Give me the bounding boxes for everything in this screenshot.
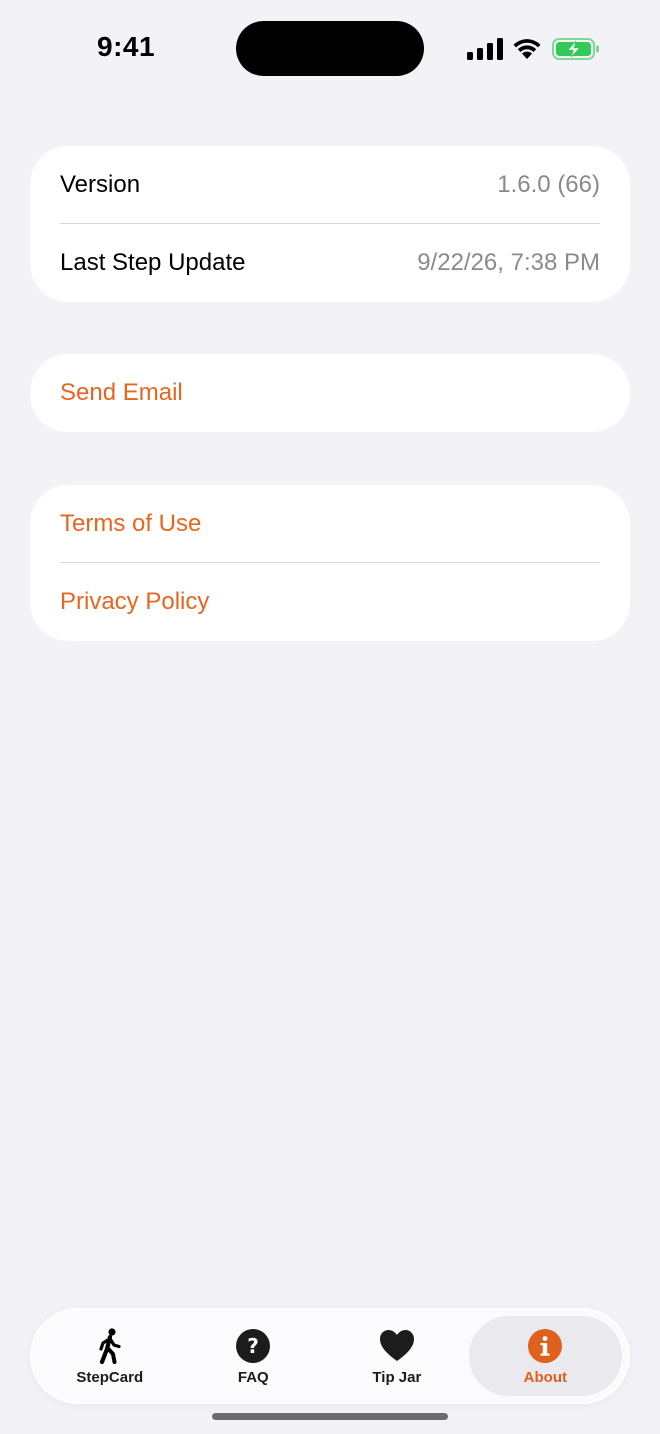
tab-label: About	[523, 1368, 567, 1386]
tab-label: FAQ	[237, 1368, 269, 1386]
cellular-signal-icon	[467, 38, 503, 60]
battery-charging-icon	[552, 38, 599, 60]
terms-of-use-link[interactable]: Terms of Use	[30, 485, 630, 563]
info-circle-icon	[528, 1328, 563, 1363]
contact-group: Send Email	[30, 354, 630, 432]
last-step-update-value: 9/22/26, 7:38 PM	[417, 249, 600, 276]
svg-text:?: ?	[248, 1334, 260, 1358]
send-email-button[interactable]: Send Email	[30, 354, 630, 432]
wifi-icon	[513, 39, 541, 59]
walking-figure-icon	[99, 1327, 121, 1364]
last-step-update-row: Last Step Update 9/22/26, 7:38 PM	[30, 224, 630, 302]
status-time: 9:41	[97, 31, 156, 62]
version-value: 1.6.0 (66)	[497, 171, 600, 198]
legal-group: Terms of Use Privacy Policy	[30, 485, 630, 641]
terms-of-use-label: Terms of Use	[60, 510, 202, 537]
tab-faq[interactable]: ? FAQ	[182, 1316, 326, 1396]
last-step-update-label: Last Step Update	[60, 249, 246, 276]
privacy-policy-link[interactable]: Privacy Policy	[30, 563, 630, 641]
home-indicator	[212, 1413, 448, 1420]
tab-bar: StepCard ? FAQ Tip Jar About	[32, 1310, 628, 1402]
version-row: Version 1.6.0 (66)	[30, 146, 630, 224]
app-info-group: Version 1.6.0 (66) Last Step Update 9/22…	[30, 146, 630, 302]
question-circle-icon: ?	[236, 1328, 271, 1363]
privacy-policy-label: Privacy Policy	[60, 588, 210, 615]
dynamic-island	[236, 21, 424, 76]
tab-about[interactable]: About	[468, 1316, 623, 1396]
version-label: Version	[60, 171, 141, 198]
tab-label: Tip Jar	[372, 1368, 422, 1386]
heart-icon	[379, 1329, 414, 1361]
tab-stepcard[interactable]: StepCard	[38, 1316, 182, 1396]
status-bar: 9:41	[0, 0, 660, 100]
tab-label: StepCard	[76, 1368, 144, 1386]
tab-tip-jar[interactable]: Tip Jar	[325, 1316, 469, 1396]
